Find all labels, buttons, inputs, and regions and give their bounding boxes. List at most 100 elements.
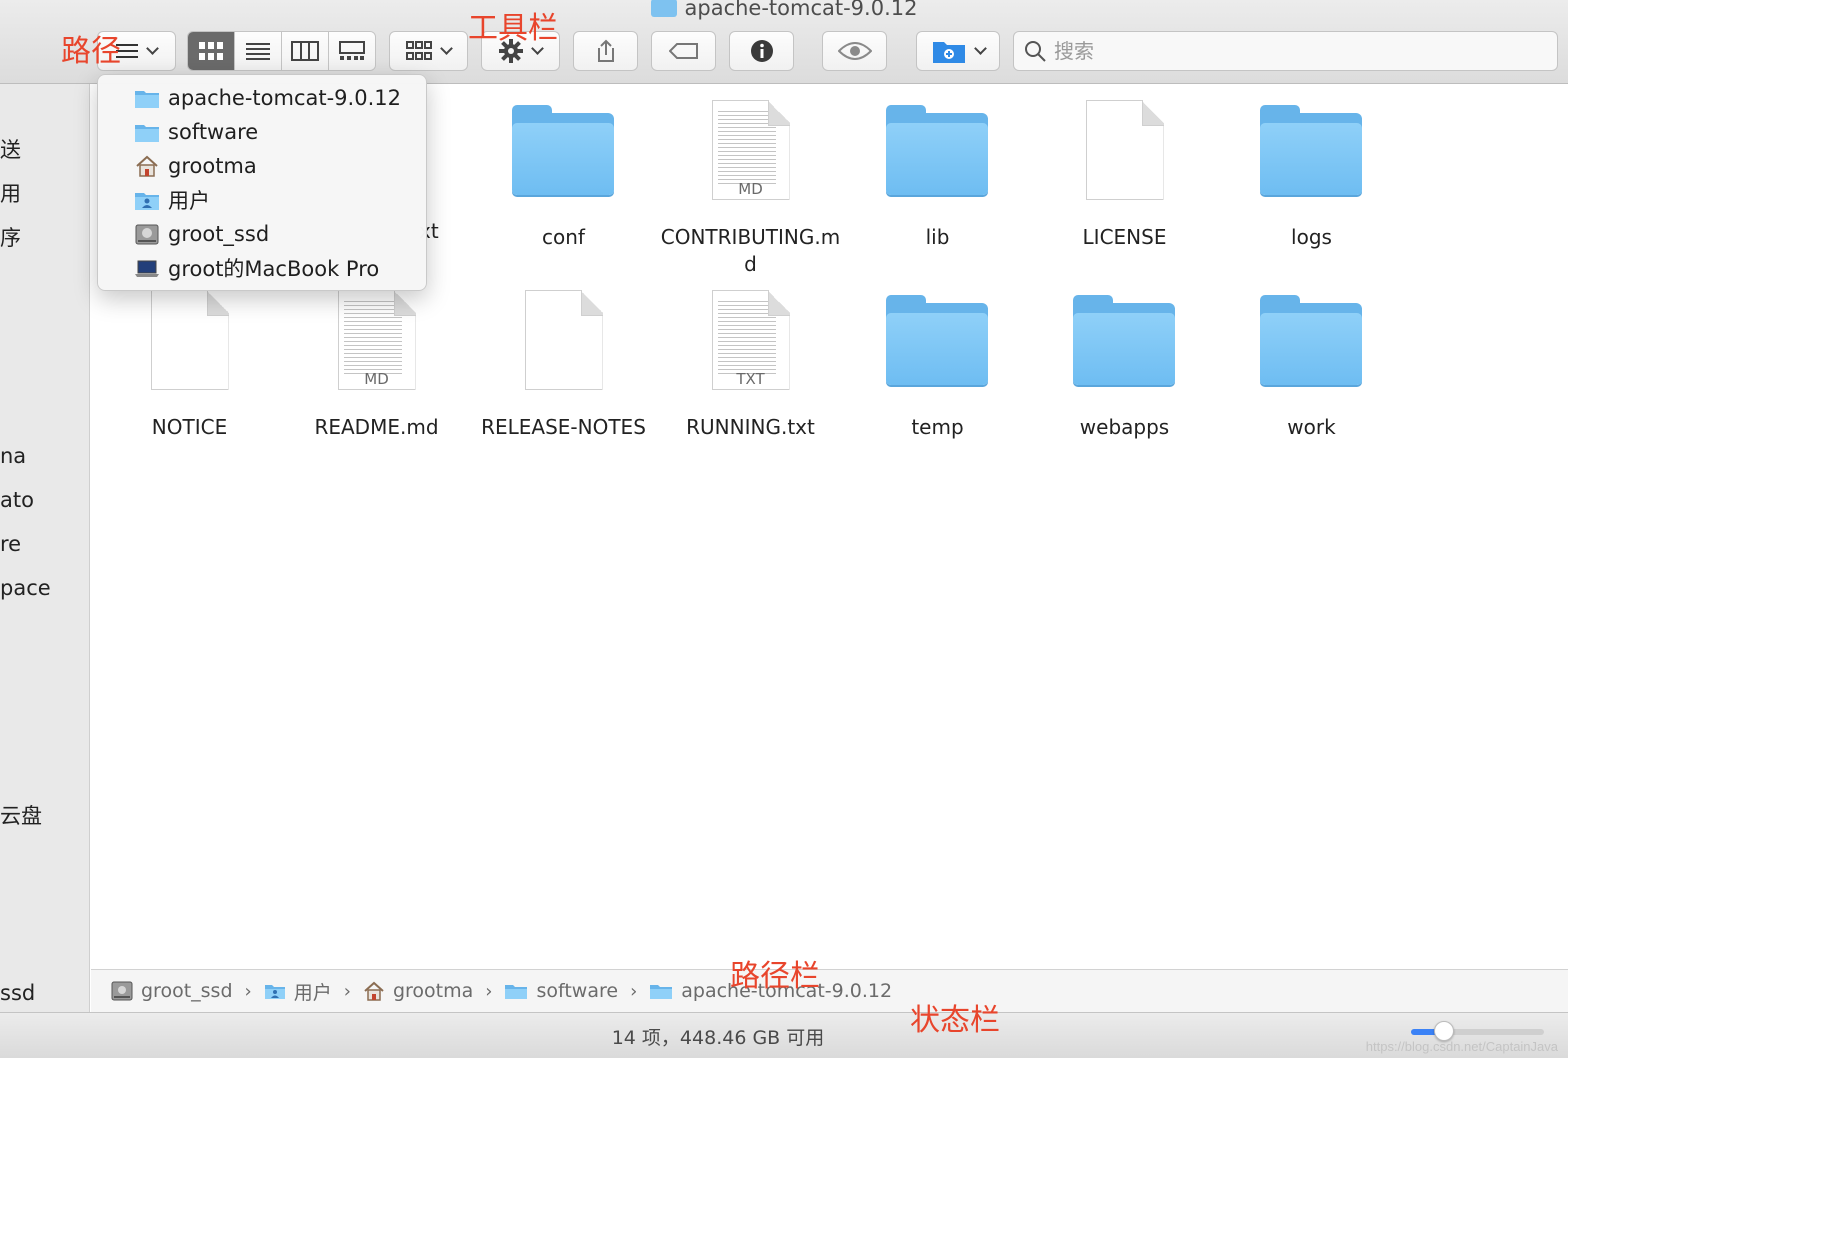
- share-icon: [597, 39, 614, 62]
- markdown-document-icon: MD: [696, 100, 806, 210]
- search-field[interactable]: [1013, 31, 1558, 71]
- search-input[interactable]: [1054, 39, 1534, 63]
- file-item[interactable]: work: [1218, 290, 1405, 441]
- grid-icon: [199, 42, 223, 60]
- path-menu-label: groot_ssd: [168, 222, 270, 246]
- path-menu-label: software: [168, 120, 259, 144]
- file-item[interactable]: LICENSE: [1031, 100, 1218, 251]
- path-menu-label: groot的MacBook Pro: [168, 257, 380, 281]
- status-bar: 14 项，448.46 GB 可用 https://blog.csdn.net/…: [0, 1012, 1568, 1058]
- columns-icon: [291, 41, 319, 61]
- users-folder-icon: [264, 985, 285, 999]
- group-grid-icon: [406, 41, 432, 60]
- blank-document-icon: [1070, 100, 1180, 210]
- file-item[interactable]: MD README.md: [283, 290, 470, 441]
- chevron-down-icon: [146, 42, 159, 55]
- sidebar-item[interactable]: na: [0, 444, 26, 468]
- eye-icon: [837, 42, 872, 60]
- users-folder-icon: [134, 189, 160, 211]
- sidebar-item[interactable]: ato: [0, 488, 34, 512]
- file-item[interactable]: RELEASE-NOTES: [470, 290, 657, 441]
- drive-icon: [111, 981, 133, 1001]
- folder-icon: [650, 0, 677, 17]
- file-name: webapps: [1079, 415, 1170, 439]
- file-name: NOTICE: [151, 415, 228, 439]
- new-folder-button[interactable]: [916, 31, 1000, 71]
- file-item[interactable]: NOTICE: [96, 290, 283, 441]
- info-icon: [750, 40, 773, 62]
- gallery-icon: [339, 41, 365, 60]
- column-view-button[interactable]: [282, 32, 329, 70]
- file-item[interactable]: conf: [470, 100, 657, 251]
- gallery-view-button[interactable]: [329, 32, 375, 70]
- annotation-path: 路径: [61, 34, 121, 69]
- file-item[interactable]: lib: [844, 100, 1031, 251]
- sidebar-item[interactable]: re: [0, 532, 21, 556]
- path-menu-label: 用户: [168, 189, 210, 213]
- tag-icon: [668, 43, 698, 59]
- file-name: RELEASE-NOTES: [481, 415, 646, 439]
- path-bar-label: 用户: [293, 981, 332, 1004]
- path-bar-label: software: [536, 980, 619, 1002]
- path-bar-segment[interactable]: groot_ssd: [111, 980, 233, 1002]
- path-menu-item[interactable]: groot的MacBook Pro: [98, 251, 428, 285]
- list-view-button[interactable]: [235, 32, 282, 70]
- folder-icon: [1257, 100, 1367, 210]
- status-text: 14 项，448.46 GB 可用: [611, 1027, 825, 1049]
- share-button[interactable]: [573, 31, 638, 71]
- path-menu-label: grootma: [168, 154, 257, 178]
- sidebar-item[interactable]: 送: [0, 134, 21, 164]
- file-item[interactable]: temp: [844, 290, 1031, 441]
- window-title-text: apache-tomcat-9.0.12: [684, 0, 918, 20]
- file-name: CONTRIBUTING.md: [660, 225, 841, 276]
- drive-icon: [134, 223, 160, 245]
- annotation-path-bar: 路径栏: [730, 959, 820, 994]
- path-bar-segment[interactable]: 用户: [264, 978, 332, 1005]
- folder-icon: [883, 100, 993, 210]
- file-item[interactable]: webapps: [1031, 290, 1218, 441]
- path-menu-item[interactable]: grootma: [98, 149, 428, 183]
- sidebar-item[interactable]: 用: [0, 178, 21, 208]
- path-bar-segment[interactable]: software: [504, 980, 618, 1002]
- folder-icon: [1257, 290, 1367, 400]
- file-name: lib: [925, 225, 950, 249]
- chevron-right-icon: ›: [244, 980, 252, 1002]
- sidebar-item[interactable]: 序: [0, 222, 21, 252]
- chevron-down-icon: [440, 42, 453, 55]
- laptop-icon: [134, 257, 160, 279]
- sidebar-item[interactable]: ssd: [0, 981, 35, 1005]
- path-menu-item[interactable]: apache-tomcat-9.0.12: [98, 81, 428, 115]
- file-name: RUNNING.txt: [686, 415, 815, 439]
- chevron-right-icon: ›: [485, 980, 493, 1002]
- path-menu-item[interactable]: 用户: [98, 183, 428, 217]
- path-menu-item[interactable]: software: [98, 115, 428, 149]
- search-icon: [1025, 41, 1046, 62]
- window-title: apache-tomcat-9.0.12: [0, 0, 1568, 22]
- file-name: work: [1287, 415, 1336, 439]
- path-menu-item[interactable]: groot_ssd: [98, 217, 428, 251]
- sidebar: 送 用 序 na ato re pace 云盘 ssd: [0, 84, 90, 1012]
- file-item[interactable]: MD CONTRIBUTING.md: [657, 100, 844, 278]
- get-info-button[interactable]: [729, 31, 794, 71]
- text-document-icon: TXT: [696, 290, 806, 400]
- annotation-toolbar: 工具栏: [468, 11, 558, 46]
- markdown-document-icon: MD: [322, 290, 432, 400]
- icon-view-button[interactable]: [188, 32, 235, 70]
- file-item[interactable]: logs: [1218, 100, 1405, 251]
- view-mode-selector[interactable]: [187, 31, 376, 71]
- folder-icon: [509, 100, 619, 210]
- file-item[interactable]: TXT RUNNING.txt: [657, 290, 844, 441]
- path-bar-segment[interactable]: grootma: [363, 980, 473, 1002]
- sidebar-item[interactable]: pace: [0, 576, 51, 600]
- path-popup-menu: apache-tomcat-9.0.12 software grootma 用户…: [97, 74, 427, 291]
- tags-button[interactable]: [651, 31, 716, 71]
- icon-size-slider[interactable]: [1411, 1021, 1544, 1041]
- group-by-button[interactable]: [389, 31, 468, 71]
- chevron-down-icon: [973, 42, 987, 55]
- folder-icon: [134, 121, 160, 143]
- sidebar-item[interactable]: 云盘: [0, 800, 42, 830]
- folder-icon: [1070, 290, 1180, 400]
- quick-look-button[interactable]: [822, 31, 887, 71]
- path-bar-label: groot_ssd: [141, 980, 233, 1002]
- blank-document-icon: [135, 290, 245, 400]
